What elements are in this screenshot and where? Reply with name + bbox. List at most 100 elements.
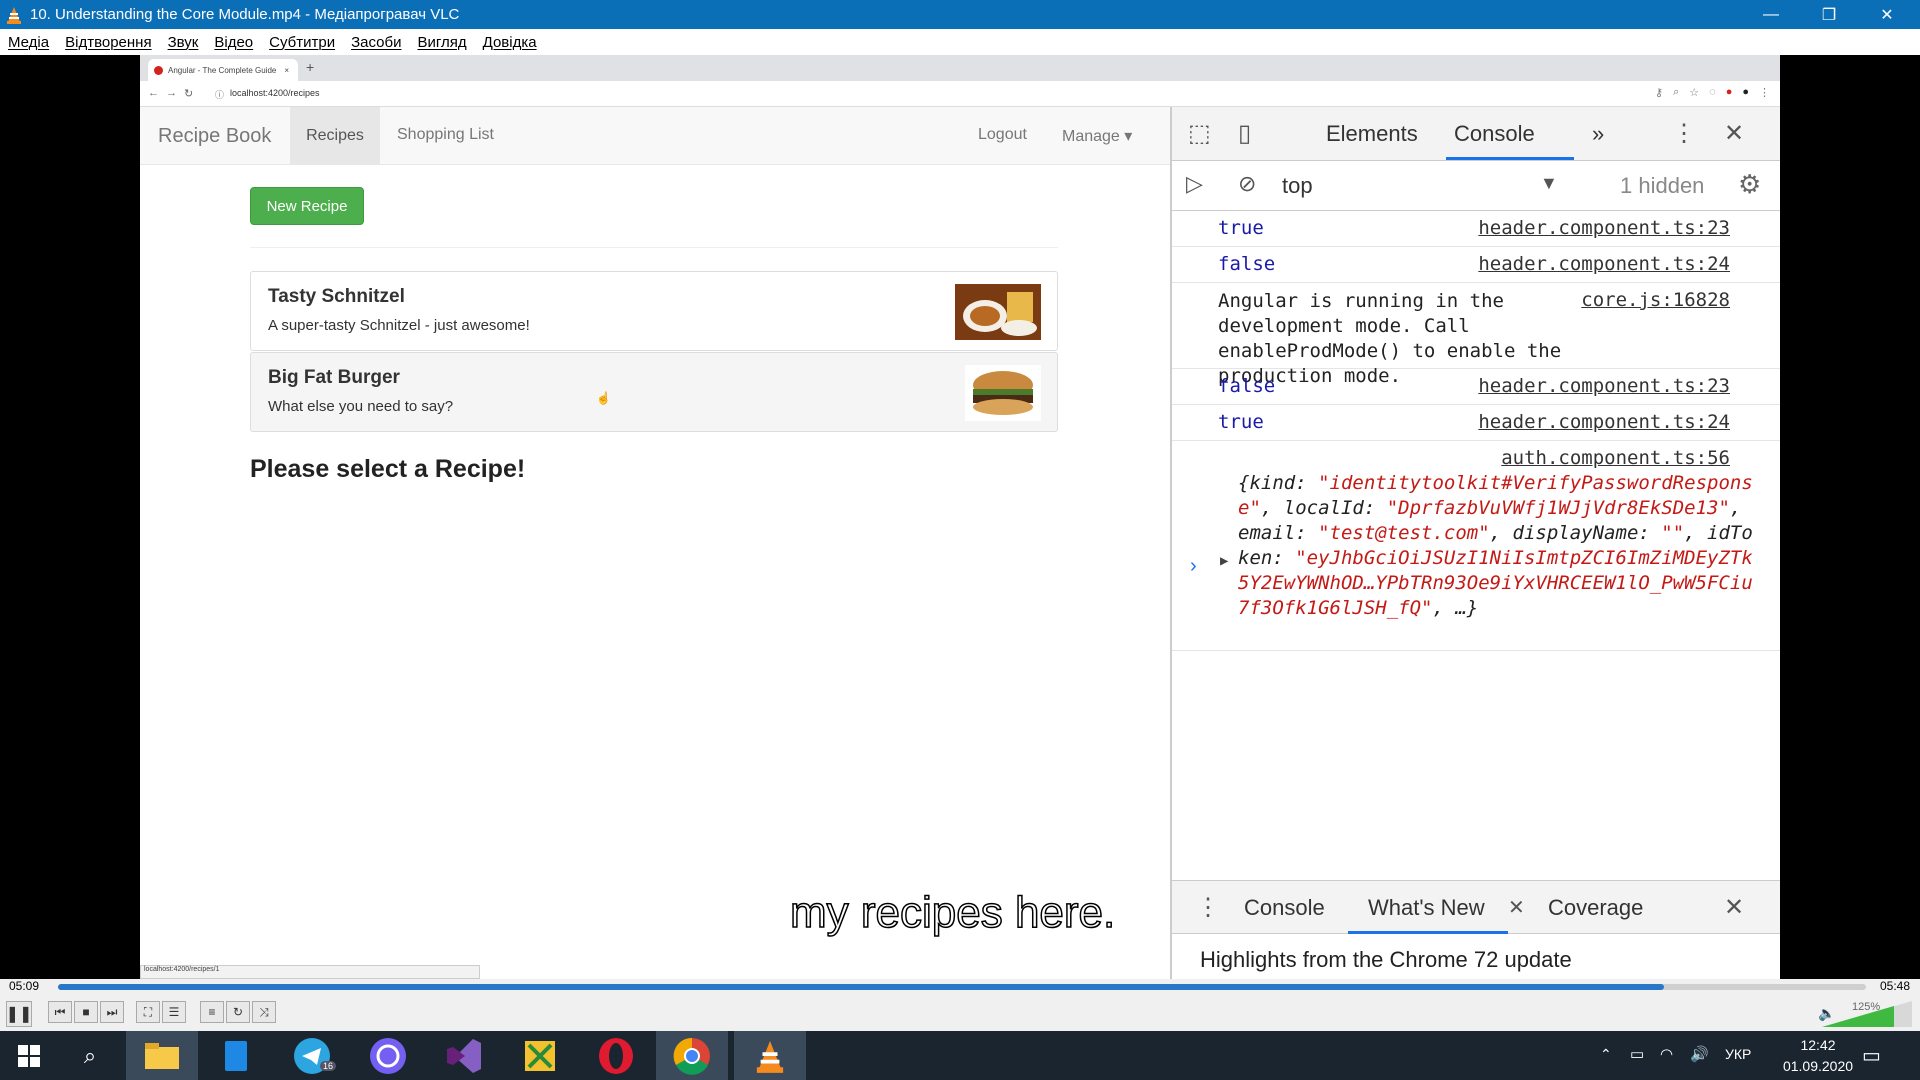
expand-triangle-icon: ▶ [1220, 553, 1229, 569]
close-tab-icon: ✕ [1508, 897, 1525, 919]
window-titlebar: 10. Understanding the Core Module.mp4 - … [0, 0, 1920, 29]
recipe-name: Big Fat Burger [268, 367, 400, 388]
vlc-taskbar-icon[interactable] [734, 1031, 806, 1080]
device-toggle-icon: ▯ [1238, 120, 1252, 147]
opera-icon[interactable] [580, 1031, 652, 1080]
menu-media[interactable]: Медіа [8, 34, 49, 51]
viber-icon[interactable] [352, 1031, 424, 1080]
console-log-row: true header.component.ts:23 [1172, 211, 1780, 247]
url-text: localhost:4200/recipes [230, 88, 320, 98]
extended-settings-button[interactable]: ☰ [162, 1001, 186, 1023]
log-value: false [1218, 375, 1276, 397]
recipe-item-schnitzel: Tasty Schnitzel A super-tasty Schnitzel … [250, 271, 1058, 351]
input-language[interactable]: УКР [1725, 1046, 1751, 1062]
drawer-tab-console: Console [1244, 895, 1325, 920]
restore-button[interactable]: ❐ [1800, 0, 1858, 29]
loop-button[interactable]: ↻ [226, 1001, 250, 1023]
chrome-icon[interactable] [656, 1031, 728, 1080]
wifi-icon[interactable]: ◠ [1660, 1045, 1673, 1063]
info-icon: ⓘ [215, 90, 225, 100]
drawer-menu-icon: ⋮ [1196, 894, 1220, 921]
menu-audio[interactable]: Звук [168, 34, 199, 51]
console-log-row: true header.component.ts:24 [1172, 405, 1780, 441]
previous-button[interactable]: ⏮ [48, 1001, 72, 1023]
tab-close-icon: × [284, 65, 290, 75]
devtools-drawer-tabbar: ⋮ Console What's New ✕ Coverage ✕ [1172, 880, 1780, 934]
telegram-badge: 16 [320, 1061, 337, 1071]
browser-menu-icon: ⋮ [1759, 87, 1770, 99]
app-navbar: Recipe Book Recipes Shopping List Logout… [140, 107, 1170, 165]
select-recipe-message: Please select a Recipe! [250, 455, 526, 483]
recipe-description: A super-tasty Schnitzel - just awesome! [268, 317, 530, 334]
playlist-button[interactable]: ≡ [200, 1001, 224, 1023]
log-source-link: header.component.ts:23 [1478, 375, 1730, 397]
telegram-icon[interactable]: 16 [276, 1031, 348, 1080]
console-log-row: false header.component.ts:24 [1172, 247, 1780, 283]
recipe-item-burger: Big Fat Burger What else you need to say… [250, 352, 1058, 432]
nav-manage-dropdown: Manage ▾ [1062, 128, 1133, 145]
menu-view[interactable]: Вигляд [417, 34, 466, 51]
clock-time[interactable]: 12:42 [1786, 1037, 1850, 1053]
log-source-link: header.component.ts:23 [1478, 217, 1730, 239]
vlc-cone-icon [7, 6, 21, 24]
menu-bar: Медіа Відтворення Звук Відео Субтитри За… [0, 29, 1920, 55]
minimize-button[interactable]: — [1742, 0, 1800, 29]
logged-object: {kind: "identitytoolkit#VerifyPasswordRe… [1238, 472, 1753, 619]
gear-icon: ⚙ [1738, 169, 1762, 199]
window-title: 10. Understanding the Core Module.mp4 - … [30, 6, 460, 23]
seek-bar[interactable] [58, 984, 1866, 990]
menu-video[interactable]: Відео [214, 34, 253, 51]
notifications-icon[interactable]: ▭ [1862, 1043, 1881, 1068]
chevron-up-icon[interactable]: ⌃ [1600, 1046, 1612, 1063]
menu-subtitles[interactable]: Субтитри [269, 34, 335, 51]
stop-button[interactable]: ■ [74, 1001, 98, 1023]
browser-tabstrip: Angular - The Complete Guide × + [140, 55, 1780, 81]
visual-studio-icon[interactable] [428, 1031, 500, 1080]
drawer-tab-whats-new: What's New [1368, 895, 1485, 920]
devtools-tabbar: ⬚ ▯ Elements Console » ⋮ ✕ [1172, 107, 1780, 161]
menu-help[interactable]: Довідка [483, 34, 537, 51]
clock-date[interactable]: 01.09.2020 [1766, 1058, 1870, 1074]
file-explorer-icon[interactable] [126, 1031, 198, 1080]
new-tab-icon: + [306, 59, 315, 75]
link-status-url: localhost:4200/recipes/1 [140, 965, 480, 979]
schnitzel-image [955, 284, 1041, 340]
video-subtitle: my recipes here. [789, 887, 1116, 938]
menu-tools[interactable]: Засоби [351, 34, 401, 51]
start-button[interactable] [0, 1031, 58, 1080]
close-window-button[interactable]: ✕ [1858, 0, 1916, 29]
back-icon: ← [148, 87, 159, 99]
elapsed-time: 05:09 [9, 979, 40, 993]
shuffle-button[interactable]: ⤨ [252, 1001, 276, 1023]
log-source-link: header.component.ts:24 [1478, 253, 1730, 275]
battery-icon[interactable]: ▭ [1630, 1045, 1644, 1063]
console-toolbar: ▷ ⊘ top ▼ 1 hidden ⚙ [1172, 161, 1780, 211]
fullscreen-button[interactable]: ⛶ [136, 1001, 160, 1023]
chevron-down-icon: ▼ [1540, 173, 1558, 193]
extension-icon: ◌ [1709, 86, 1716, 98]
cursor-icon: ☝ [596, 391, 611, 405]
close-drawer-icon: ✕ [1724, 894, 1745, 921]
total-time: 05:48 [1880, 979, 1911, 993]
angular-favicon-icon [154, 65, 163, 75]
search-icon[interactable]: ⌕ [58, 1031, 122, 1080]
pause-button[interactable]: ❚❚ [6, 1001, 32, 1027]
notepad-app-icon[interactable] [200, 1031, 272, 1080]
browser-addressbar: ← → ↻ ⓘ localhost:4200/recipes ⚷ ⌕ ☆ ◌ ●… [140, 81, 1780, 107]
log-value: true [1218, 411, 1264, 433]
xmind-icon[interactable] [504, 1031, 576, 1080]
next-button[interactable]: ⏭ [100, 1001, 124, 1023]
log-source-link: auth.component.ts:56 [1501, 447, 1730, 469]
new-recipe-button: New Recipe [250, 187, 364, 225]
browser-tab-title: Angular - The Complete Guide [168, 65, 277, 75]
menu-playback[interactable]: Відтворення [65, 34, 151, 51]
devtools-panel: ⬚ ▯ Elements Console » ⋮ ✕ ▷ ⊘ top ▼ 1 h… [1170, 107, 1780, 979]
forward-icon: → [166, 87, 177, 99]
console-log-row: false header.component.ts:23 [1172, 369, 1780, 405]
active-drawer-tab-indicator [1348, 931, 1508, 934]
volume-icon[interactable]: 🔊 [1690, 1045, 1709, 1063]
kebab-menu-icon: ⋮ [1672, 120, 1696, 147]
hidden-count: 1 hidden [1620, 173, 1705, 198]
zoom-icon: ⌕ [1673, 86, 1680, 98]
browser-toolbar-icons: ⚷ ⌕ ☆ ◌ ● ● ⋮ [1655, 86, 1770, 99]
